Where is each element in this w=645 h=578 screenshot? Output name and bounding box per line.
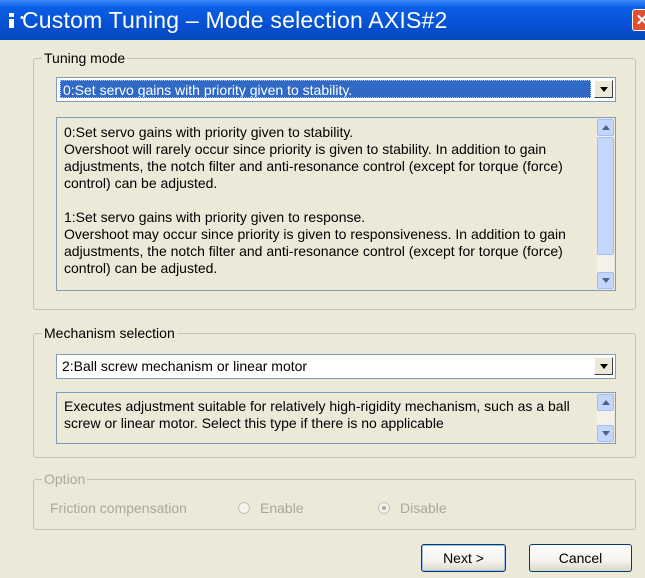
mechanism-selection-label: Mechanism selection [42,325,177,341]
mechanism-selection-group: Mechanism selection 2:Ball screw mechani… [33,325,636,458]
scroll-down-icon[interactable] [597,425,614,442]
title-bar[interactable]: • Custom Tuning – Mode selection AXIS#2 … [0,0,645,40]
tuning-mode-description[interactable]: 0:Set servo gains with priority given to… [56,117,616,291]
mechanism-selected-value: 2:Ball screw mechanism or linear motor [62,358,308,374]
cancel-button[interactable]: Cancel [529,544,632,572]
scroll-thumb[interactable] [597,137,614,255]
mechanism-description[interactable]: Executes adjustment suitable for relativ… [56,392,616,444]
enable-radio-label[interactable]: Enable [260,500,304,516]
tuning-mode-label: Tuning mode [42,50,128,66]
scroll-up-icon[interactable] [597,119,614,136]
disable-radio[interactable] [378,502,390,514]
option-label: Option [42,471,88,487]
window-title: Custom Tuning – Mode selection AXIS#2 [22,7,448,33]
close-icon[interactable]: ✕ [632,9,645,31]
next-button[interactable]: Next > [421,544,506,572]
scroll-down-icon[interactable] [597,272,614,289]
tuning-mode-scrollbar[interactable] [597,119,614,289]
mechanism-dropdown[interactable]: 2:Ball screw mechanism or linear motor [56,354,616,379]
tuning-mode-description-response: 1:Set servo gains with priority given to… [64,209,566,276]
tuning-mode-selected-value: 0:Set servo gains with priority given to… [60,80,591,98]
option-group: Option Friction compensation Enable Disa… [33,471,636,530]
mechanism-scrollbar[interactable] [597,394,614,442]
tuning-mode-description-stability: 0:Set servo gains with priority given to… [64,124,563,191]
dropdown-arrow-icon[interactable] [594,357,613,375]
disable-radio-label[interactable]: Disable [400,500,447,516]
friction-compensation-label: Friction compensation [50,500,187,516]
tuning-mode-dropdown[interactable]: 0:Set servo gains with priority given to… [56,77,616,102]
enable-radio[interactable] [238,502,250,514]
mechanism-description-text: Executes adjustment suitable for relativ… [64,398,570,431]
app-icon: • [8,12,24,28]
tuning-mode-group: Tuning mode 0:Set servo gains with prior… [33,50,636,310]
custom-tuning-dialog: • Custom Tuning – Mode selection AXIS#2 … [0,0,645,578]
dropdown-arrow-icon[interactable] [594,80,613,98]
scroll-up-icon[interactable] [597,394,614,411]
